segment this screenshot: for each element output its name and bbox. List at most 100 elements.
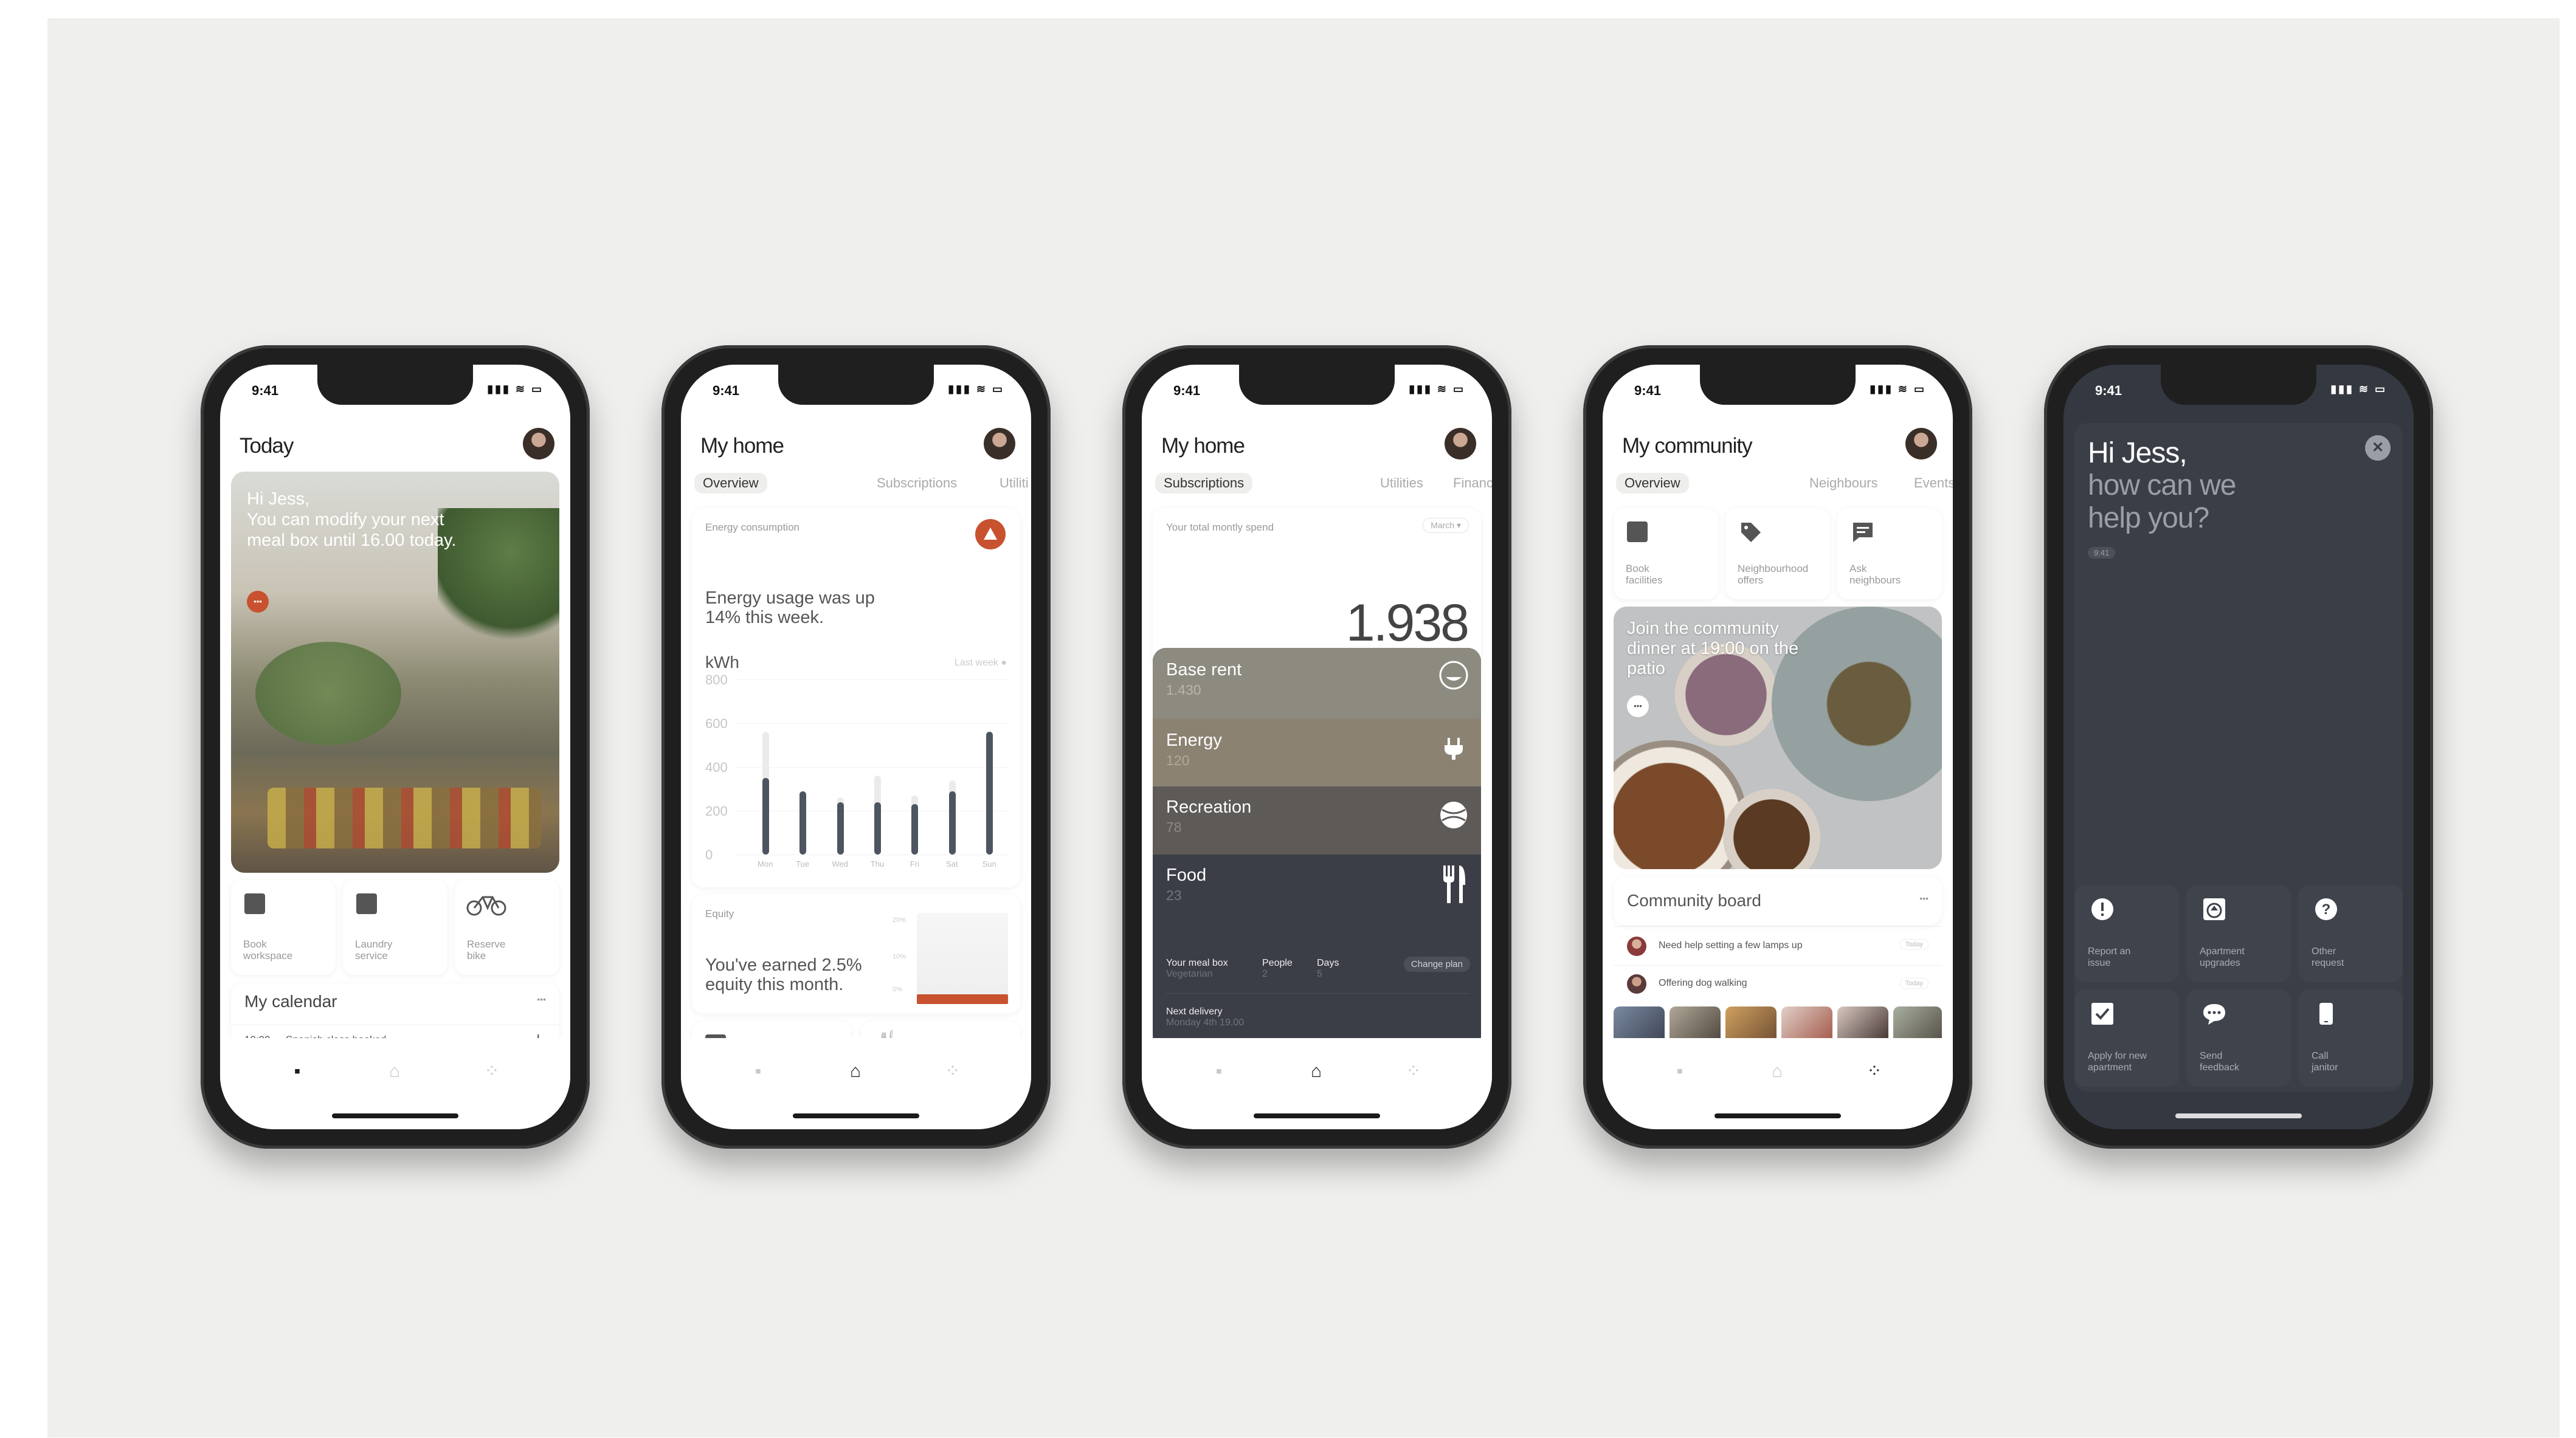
plug-icon xyxy=(1438,732,1469,762)
tile-book-workspace[interactable]: Book workspace xyxy=(231,880,336,975)
tab-utilities[interactable]: Utilities xyxy=(1380,475,1423,491)
change-plan-button[interactable]: Change plan xyxy=(1403,957,1470,972)
community-tab-icon[interactable]: ⁘ xyxy=(942,1062,963,1081)
tile-ask-neighbours[interactable]: Ask neighbours xyxy=(1837,508,1942,599)
gridline xyxy=(734,679,1008,680)
equity-gauge xyxy=(917,913,1008,1004)
gridline xyxy=(734,767,1008,768)
calendar-more-button[interactable]: ••• xyxy=(537,994,546,1004)
warning-icon[interactable] xyxy=(975,519,1006,549)
status-icons: ▮▮▮ ≋ ▭ xyxy=(487,383,544,395)
cutlery-icon xyxy=(1438,863,1469,906)
board-post[interactable]: Need help setting a few lamps up Today xyxy=(1614,926,1942,966)
band-food[interactable]: Food 23 Your meal box Vegetarian People … xyxy=(1153,855,1481,1049)
question-icon: ? xyxy=(2315,898,2337,920)
home-tab-icon[interactable]: ⌂ xyxy=(384,1062,405,1081)
avatar[interactable] xyxy=(1905,428,1937,459)
tab-events[interactable]: Events xyxy=(1914,475,1953,491)
tile-reserve-bike[interactable]: Reserve bike xyxy=(455,880,559,975)
y-tick-label: 400 xyxy=(705,760,728,775)
action-apply-apartment[interactable]: Apply for new apartment xyxy=(2074,989,2179,1087)
action-send-feedback[interactable]: Send feedback xyxy=(2186,989,2291,1087)
page-title: My home xyxy=(1161,434,1245,458)
hero-card[interactable]: Hi Jess, You can modify your next meal b… xyxy=(231,472,559,873)
community-hero-card[interactable]: Join the community dinner at 19:00 on th… xyxy=(1614,607,1942,869)
today-tab-icon[interactable]: ▪ xyxy=(1670,1062,1690,1081)
today-tab-icon[interactable]: ▪ xyxy=(1209,1062,1229,1081)
equity-scale-10: 10% xyxy=(893,953,906,960)
board-post[interactable]: Offering dog walking Today xyxy=(1614,965,1942,1005)
workspace-icon xyxy=(244,893,265,914)
speech-bubble-icon xyxy=(2203,1004,2225,1025)
tile-book-facilities[interactable]: Book facilities xyxy=(1614,508,1718,599)
equity-fill xyxy=(917,994,1008,1004)
tab-bar: ▪ ⌂ ⁘ xyxy=(1142,1038,1492,1129)
band-recreation[interactable]: Recreation 78 xyxy=(1153,786,1481,855)
tab-finance[interactable]: Financ xyxy=(1453,475,1492,491)
bar-this-week xyxy=(874,802,881,855)
today-tab-icon[interactable]: ▪ xyxy=(287,1062,308,1081)
tag-icon xyxy=(1741,523,1761,542)
action-other-request[interactable]: ? Other request xyxy=(2298,885,2403,982)
tab-neighbours[interactable]: Neighbours xyxy=(1809,475,1878,491)
energy-card[interactable]: Energy consumption Energy usage was up 1… xyxy=(692,508,1020,887)
action-call-janitor[interactable]: Call janitor xyxy=(2298,989,2403,1087)
page-title: My community xyxy=(1622,434,1753,458)
checkbox-icon xyxy=(2091,1003,2113,1025)
status-icons: ▮▮▮ ≋ ▭ xyxy=(1409,383,1465,395)
avatar[interactable] xyxy=(984,428,1015,459)
assistant-panel: Hi Jess, how can we help you? 9:41 ✕ Rep… xyxy=(2074,423,2403,1092)
band-energy[interactable]: Energy 120 xyxy=(1153,718,1481,786)
tile-label: Reserve bike xyxy=(467,938,506,962)
community-tab-icon[interactable]: ⁘ xyxy=(1864,1062,1885,1081)
mealbox-info: Your meal box Vegetarian xyxy=(1166,958,1228,980)
spend-label: Your total montly spend xyxy=(1166,521,1274,533)
avatar[interactable] xyxy=(1445,428,1476,459)
tab-subscriptions[interactable]: Subscriptions xyxy=(877,475,957,491)
community-tab-icon[interactable]: ⁘ xyxy=(1403,1062,1424,1081)
x-tick-label: Sat xyxy=(946,859,958,869)
board-more-button[interactable]: ••• xyxy=(1919,893,1929,903)
tile-label: Neighbourhood offers xyxy=(1738,563,1809,586)
tab-subscriptions[interactable]: Subscriptions xyxy=(1155,473,1253,494)
equity-card[interactable]: Equity You've earned 2.5% equity this mo… xyxy=(692,895,1020,1014)
people-value: 2 xyxy=(1262,969,1268,979)
tab-strip: Overview Subscriptions Utiliti xyxy=(694,473,1031,497)
calendar-title: My calendar xyxy=(244,992,337,1011)
tile-label: Book facilities xyxy=(1626,563,1663,586)
tab-bar: ▪ ⌂ ⁘ xyxy=(220,1038,570,1129)
notch xyxy=(778,365,934,405)
month-select[interactable]: March ▾ xyxy=(1423,518,1469,533)
today-tab-icon[interactable]: ▪ xyxy=(748,1062,768,1081)
action-apartment-upgrades[interactable]: Apartment upgrades xyxy=(2186,885,2291,982)
equity-text: You've earned 2.5% equity this month. xyxy=(705,955,862,994)
hero-more-badge[interactable]: ••• xyxy=(247,591,269,613)
home-tab-icon[interactable]: ⌂ xyxy=(1306,1062,1327,1081)
community-board-header[interactable]: Community board ••• xyxy=(1614,876,1942,925)
community-tab-icon[interactable]: ⁘ xyxy=(482,1062,502,1081)
post-time-badge: Today xyxy=(1899,978,1929,989)
equity-scale-20: 20% xyxy=(893,917,906,924)
screen-today: 9:41 ▮▮▮ ≋ ▭ Today Hi Jess, You can modi… xyxy=(220,365,570,1129)
tile-laundry-service[interactable]: Laundry service xyxy=(343,880,447,975)
tile-label: Book workspace xyxy=(243,938,293,962)
energy-headline: Energy usage was up 14% this week. xyxy=(705,588,875,627)
action-report-issue[interactable]: Report an issue xyxy=(2074,885,2179,982)
tab-overview[interactable]: Overview xyxy=(1616,473,1689,494)
screen-home-overview: 9:41 ▮▮▮ ≋ ▭ My home Overview Subscripti… xyxy=(681,365,1031,1129)
home-tab-icon[interactable]: ⌂ xyxy=(1767,1062,1787,1081)
energy-card-label: Energy consumption xyxy=(705,521,799,533)
close-button[interactable]: ✕ xyxy=(2365,435,2391,461)
home-indicator xyxy=(1254,1113,1380,1118)
spend-breakdown: Base rent 1.430 Energy 120 Recreation 78 xyxy=(1153,648,1481,1049)
days-label: Days xyxy=(1317,958,1339,968)
band-base-rent[interactable]: Base rent 1.430 xyxy=(1153,648,1481,718)
hero-more-badge[interactable]: ••• xyxy=(1627,695,1649,717)
tab-utilities[interactable]: Utiliti xyxy=(1000,475,1029,491)
notch xyxy=(1239,365,1395,405)
tile-neighbourhood-offers[interactable]: Neighbourhood offers xyxy=(1725,508,1830,599)
tab-overview[interactable]: Overview xyxy=(694,473,767,494)
avatar[interactable] xyxy=(523,428,554,459)
home-tab-icon[interactable]: ⌂ xyxy=(845,1062,866,1081)
tab-strip: Subscriptions Utilities Financ xyxy=(1155,473,1492,497)
